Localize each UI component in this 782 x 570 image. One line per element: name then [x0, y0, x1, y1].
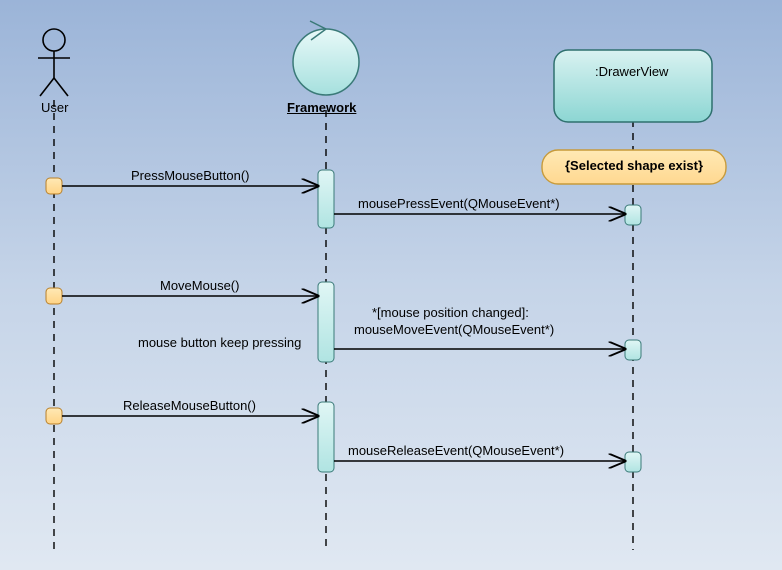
- activation-drawer-3: [625, 452, 641, 472]
- control-label: Framework: [287, 100, 356, 115]
- msg6-label: mouseReleaseEvent(QMouseEvent*): [348, 443, 564, 458]
- activation-drawer-1: [625, 205, 641, 225]
- activation-user-2: [46, 288, 62, 304]
- msg4-top: *[mouse position changed]:: [372, 305, 529, 320]
- msg3-note: mouse button keep pressing: [138, 335, 301, 350]
- actor-user: [38, 29, 70, 96]
- guard-label: {Selected shape exist}: [565, 158, 703, 173]
- msg3-label: MoveMouse(): [160, 278, 239, 293]
- msg2-label: mousePressEvent(QMouseEvent*): [358, 196, 560, 211]
- activation-user-3: [46, 408, 62, 424]
- activation-user-1: [46, 178, 62, 194]
- control-framework: [293, 21, 359, 95]
- object-label: :DrawerView: [595, 64, 668, 79]
- msg4-label: mouseMoveEvent(QMouseEvent*): [354, 322, 554, 337]
- activation-framework-2: [318, 282, 334, 362]
- msg1-label: PressMouseButton(): [131, 168, 250, 183]
- sequence-diagram: [0, 0, 782, 570]
- activation-drawer-2: [625, 340, 641, 360]
- activation-framework-1: [318, 170, 334, 228]
- object-drawer: [554, 50, 712, 122]
- msg5-label: ReleaseMouseButton(): [123, 398, 256, 413]
- activation-framework-3: [318, 402, 334, 472]
- actor-label: User: [41, 100, 68, 115]
